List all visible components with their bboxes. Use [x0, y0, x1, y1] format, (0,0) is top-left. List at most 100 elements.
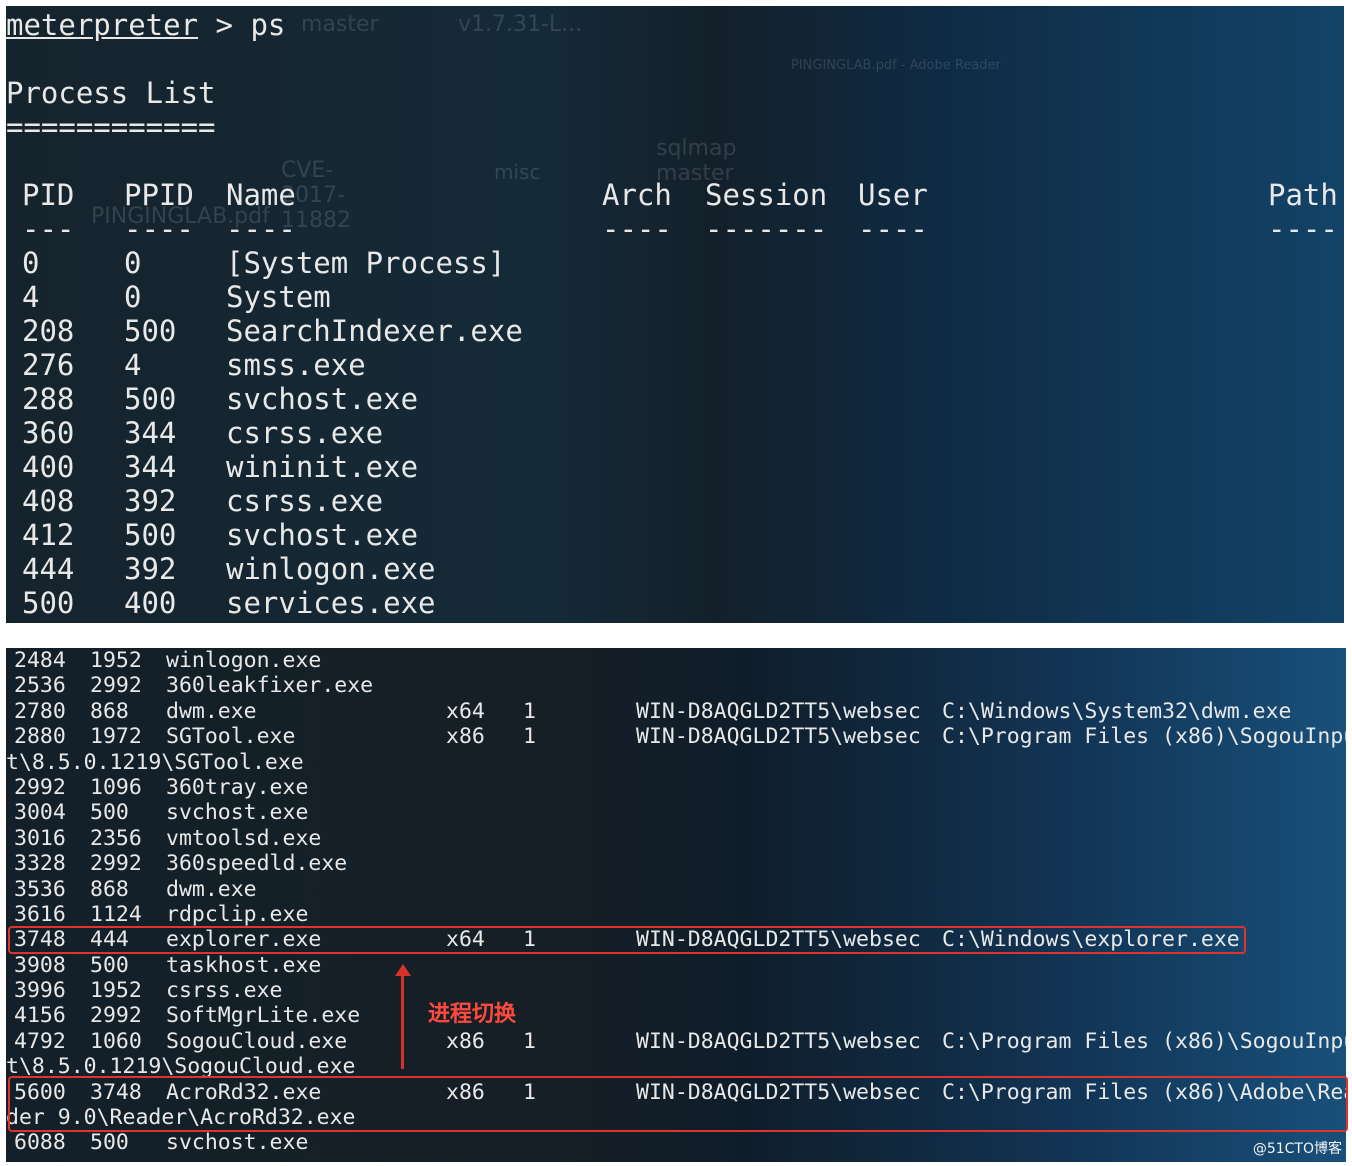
cell-name: csrss.exe	[226, 484, 384, 518]
cell-pid: 500	[22, 586, 75, 620]
table-row: 2992 1096 360tray.exe	[6, 775, 1346, 800]
cell-name: smss.exe	[226, 348, 366, 382]
col-rule-user: ----	[858, 212, 928, 246]
cell-name: rdpclip.exe	[166, 901, 309, 927]
cell-ppid: 500	[124, 382, 177, 416]
table-row: 3996 1952 csrss.exe	[6, 978, 1346, 1003]
cell-arch: x86	[446, 1028, 485, 1054]
cell-name: services.exe	[226, 586, 436, 620]
cell-ppid: 1060	[90, 1028, 142, 1054]
cell-ppid: 2992	[90, 851, 142, 877]
cell-pid: 276	[22, 348, 75, 382]
cell-pid: 4792	[14, 1028, 66, 1054]
cell-name: svchost.exe	[166, 1130, 309, 1156]
cell-name: svchost.exe	[226, 382, 419, 416]
table-row: 2484 1952 winlogon.exe	[6, 648, 1346, 673]
heading-rule: ============	[6, 110, 216, 144]
cell-pid: 3996	[14, 978, 66, 1004]
prompt-command: > ps	[198, 8, 286, 42]
cell-name: winlogon.exe	[166, 648, 322, 673]
cell-ppid: 0	[124, 280, 142, 314]
cell-ppid: 500	[90, 952, 129, 978]
cell-pid: 4156	[14, 1003, 66, 1029]
table-row: 3016 2356 vmtoolsd.exe	[6, 826, 1346, 851]
col-rule-session: -------	[705, 212, 828, 246]
cell-name: csrss.exe	[226, 416, 384, 450]
table-row: 6088 500 svchost.exe	[6, 1130, 1346, 1155]
cell-ppid: 1096	[90, 774, 142, 800]
cell-pid: 2536	[14, 673, 66, 699]
cell-session: 1	[523, 1028, 536, 1054]
cell-name: SearchIndexer.exe	[226, 314, 523, 348]
cell-path: C:\Windows\System32\dwm.exe	[942, 698, 1292, 724]
cell-name: wininit.exe	[226, 450, 419, 484]
cell-user: WIN-D8AQGLD2TT5\websec	[636, 1028, 921, 1054]
cell-pid: 0	[22, 246, 40, 280]
cell-pid: 2992	[14, 774, 66, 800]
cell-ppid: 500	[124, 518, 177, 552]
cell-arch: x86	[446, 724, 485, 750]
arrow-shaft	[401, 975, 404, 1069]
cell-name: svchost.exe	[226, 518, 419, 552]
cell-name: 360speedld.exe	[166, 851, 348, 877]
cell-pid: 412	[22, 518, 75, 552]
watermark: @51CTO博客	[1252, 1141, 1342, 1157]
col-header-path: Path	[1268, 178, 1338, 212]
cell-user: WIN-D8AQGLD2TT5\websec	[636, 698, 921, 724]
col-rule-pid: ---	[22, 212, 75, 246]
cell-pid: 3536	[14, 876, 66, 902]
cell-ppid: 868	[90, 698, 129, 724]
annotation-process-switch: 进程切换	[428, 1002, 517, 1027]
table-row: 208 500 SearchIndexer.exe	[6, 314, 1344, 348]
cell-pid: 6088	[14, 1130, 66, 1156]
cell-pid: 2484	[14, 648, 66, 673]
cell-ppid: 4	[124, 348, 142, 382]
cell-session: 1	[523, 698, 536, 724]
cell-ppid: 400	[124, 586, 177, 620]
table-row: 2536 2992 360leakfixer.exe	[6, 673, 1346, 698]
cell-name: 360tray.exe	[166, 774, 309, 800]
cell-ppid: 500	[124, 314, 177, 348]
cell-pid: 4	[22, 280, 40, 314]
cell-name: 360leakfixer.exe	[166, 673, 374, 699]
prompt-line: meterpreter > ps	[6, 8, 285, 42]
table-row: 400 344 wininit.exe	[6, 450, 1344, 484]
bg-ghost-label: master	[301, 12, 379, 37]
cell-pid: 2780	[14, 698, 66, 724]
highlight-explorer-row	[8, 926, 1246, 954]
cell-ppid: 868	[90, 876, 129, 902]
col-rule-name: ----	[226, 212, 296, 246]
table-row: 3004 500 svchost.exe	[6, 800, 1346, 825]
cell-name: SGTool.exe	[166, 724, 296, 750]
cell-session: 1	[523, 724, 536, 750]
col-header-user: User	[858, 178, 928, 212]
cell-name: SogouCloud.exe	[166, 1028, 348, 1054]
cell-name: System	[226, 280, 331, 314]
table-row: 3616 1124 rdpclip.exe	[6, 902, 1346, 927]
cell-ppid: 1124	[90, 901, 142, 927]
col-header-session: Session	[705, 178, 828, 212]
cell-pid: 400	[22, 450, 75, 484]
cell-name: csrss.exe	[166, 978, 283, 1004]
cell-ppid: 1952	[90, 978, 142, 1004]
cell-pid: 3328	[14, 851, 66, 877]
cell-ppid: 500	[90, 800, 129, 826]
cell-path-continuation: t\8.5.0.1219\SGTool.exe	[6, 749, 304, 775]
col-rule-path: ----	[1268, 212, 1338, 246]
table-row: 288 500 svchost.exe	[6, 382, 1344, 416]
table-row: 2780 868 dwm.exe x64 1 WIN-D8AQGLD2TT5\websec…	[6, 699, 1346, 724]
table-row: 412 500 svchost.exe	[6, 518, 1344, 552]
cell-name: svchost.exe	[166, 800, 309, 826]
bg-ghost-label: misc	[494, 160, 541, 184]
cell-pid: 3016	[14, 825, 66, 851]
cell-name: dwm.exe	[166, 698, 257, 724]
cell-path: C:\Program Files (x86)\SogouInpu	[942, 1028, 1346, 1054]
process-list-heading: Process List	[6, 76, 216, 110]
cell-pid: 208	[22, 314, 75, 348]
cell-ppid: 0	[124, 246, 142, 280]
table-row: 3908 500 taskhost.exe	[6, 953, 1346, 978]
table-row: 360 344 csrss.exe	[6, 416, 1344, 450]
table-row: 3328 2992 360speedld.exe	[6, 851, 1346, 876]
cell-pid: 360	[22, 416, 75, 450]
table-row: 408 392 csrss.exe	[6, 484, 1344, 518]
